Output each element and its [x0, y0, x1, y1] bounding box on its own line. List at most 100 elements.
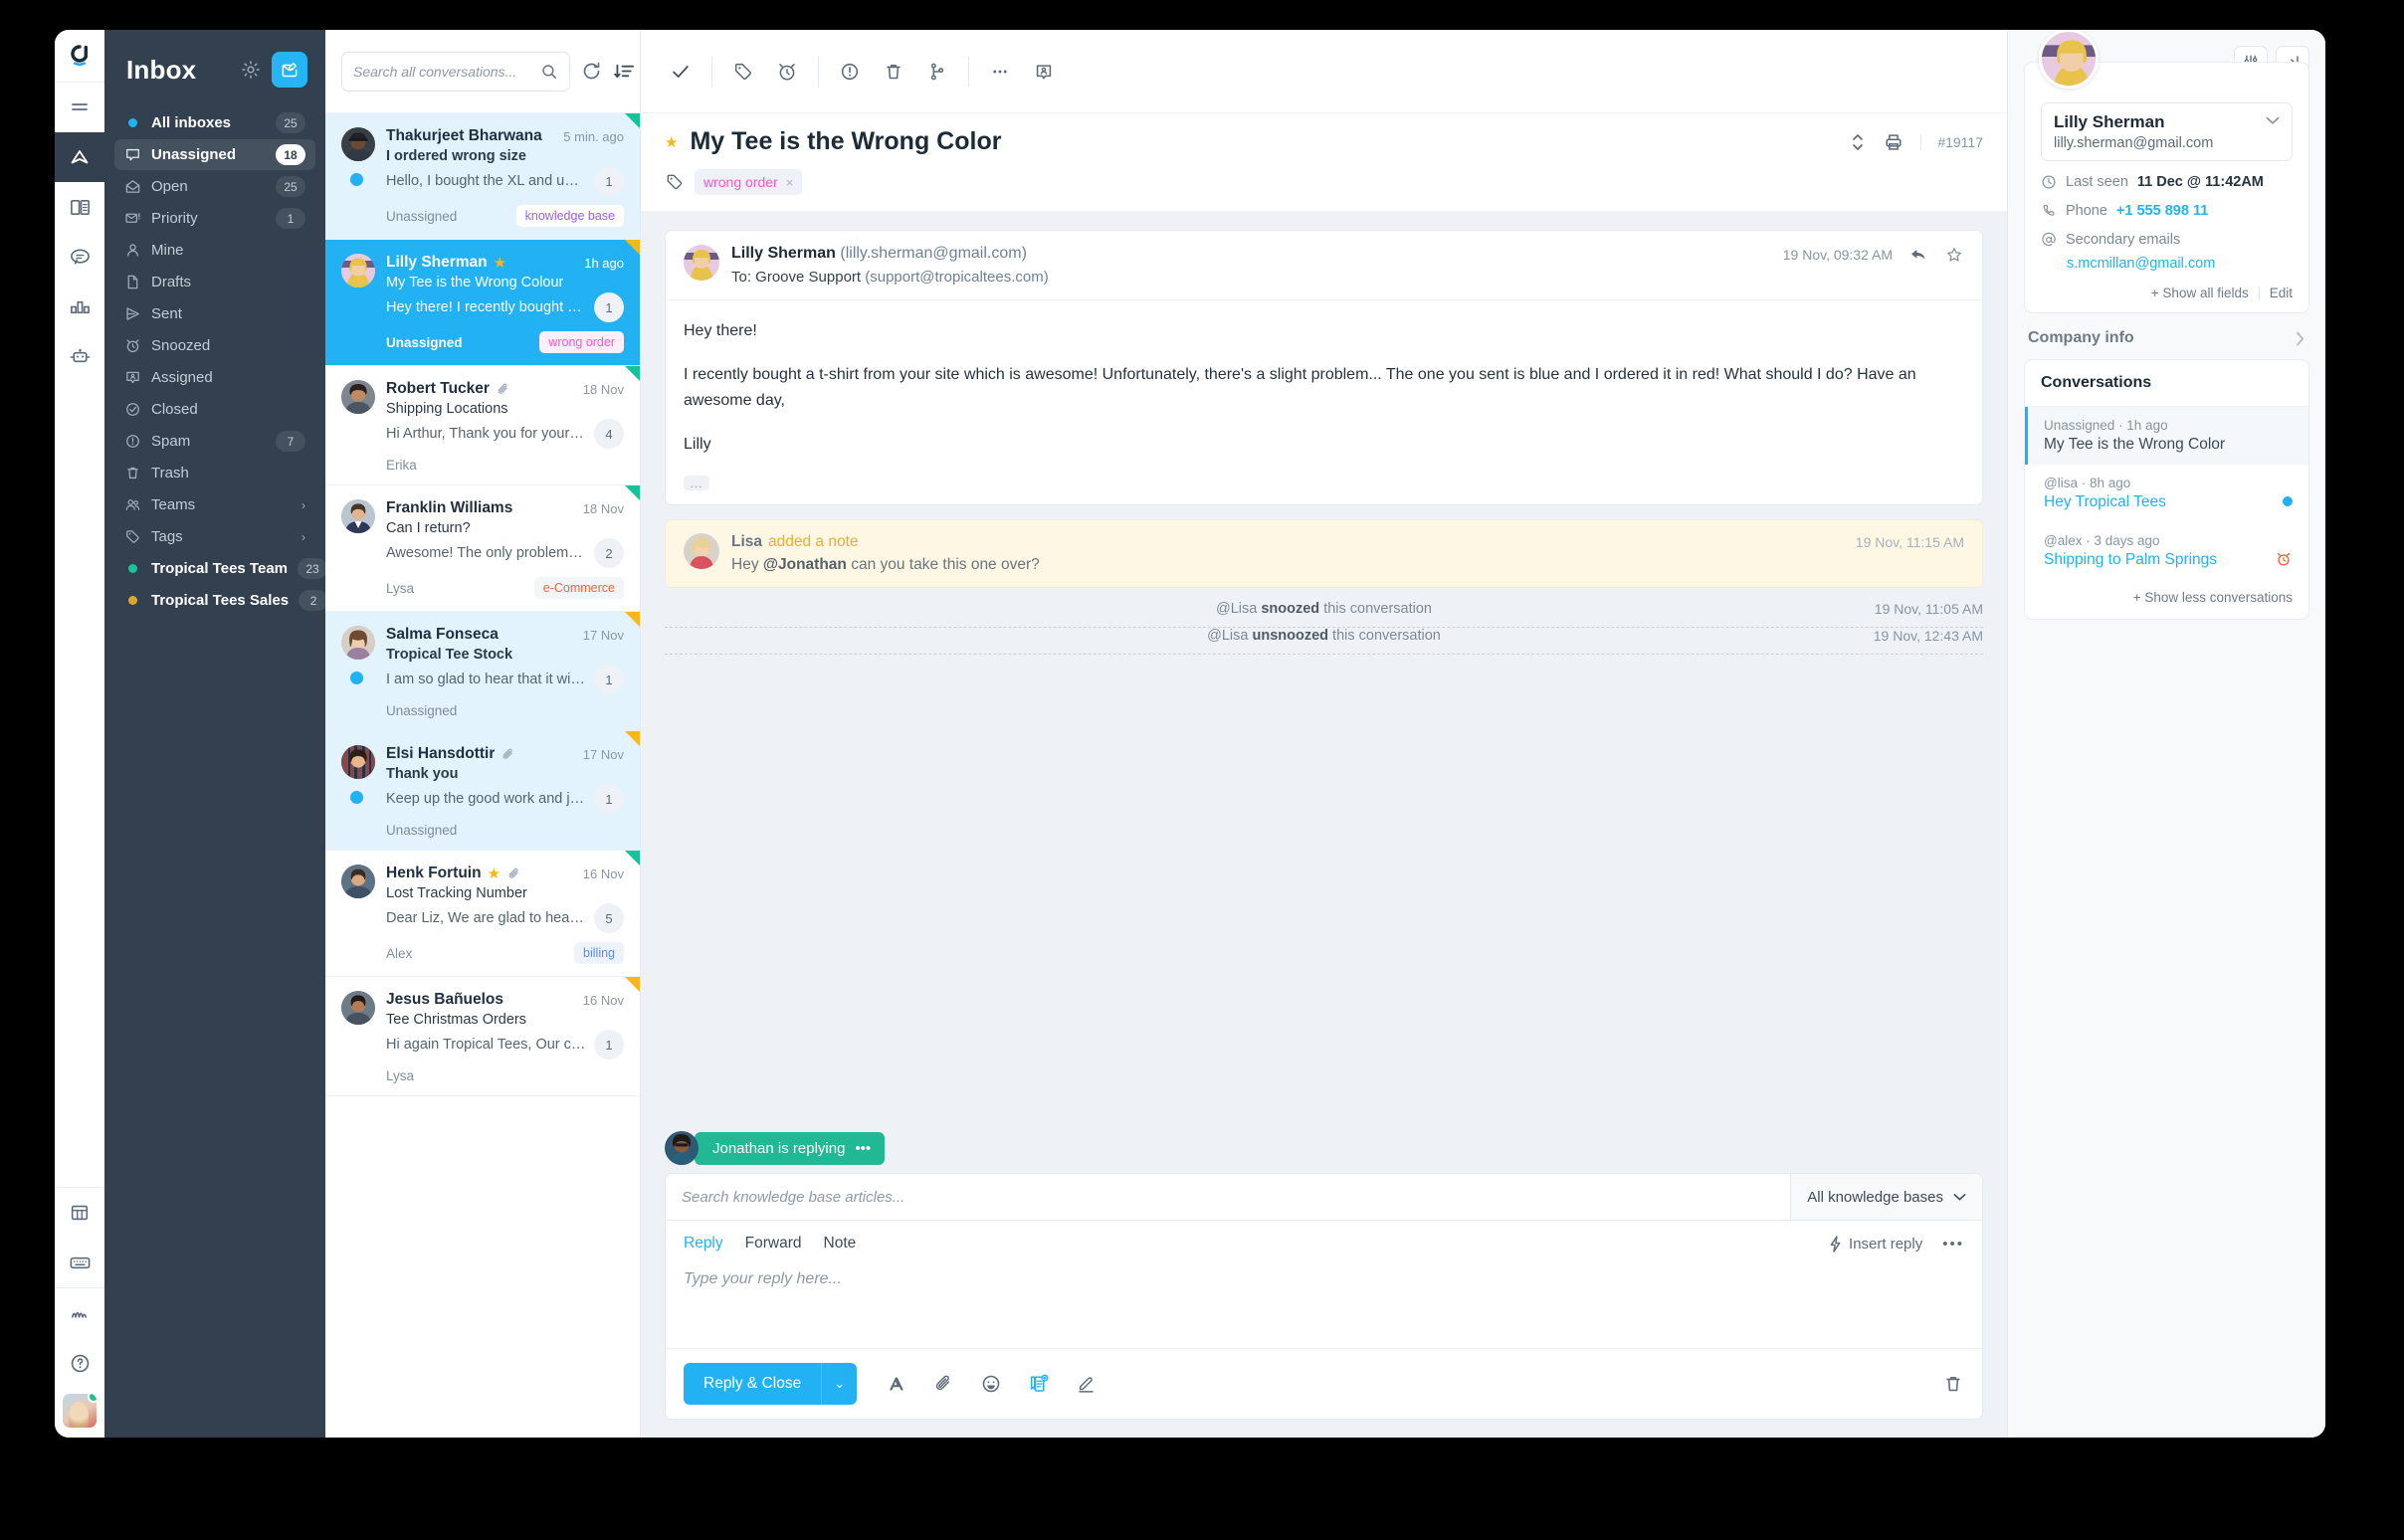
customer-conversation-item[interactable]: @lisa · 8h ago Hey Tropical Tees: [2025, 465, 2308, 522]
conversation-list-scroll[interactable]: Thakurjeet Bharwana 5 min. ago I ordered w…: [325, 113, 640, 1438]
conversation-body: Franklin Williams 18 Nov Can I return? Awes…: [386, 499, 624, 599]
check-icon[interactable]: [659, 50, 702, 94]
sort-icon[interactable]: [613, 60, 636, 83]
thread-scroll[interactable]: Lilly Sherman (lilly.sherman@gmail.com) …: [641, 212, 2007, 1131]
format-text-icon[interactable]: [885, 1373, 906, 1395]
print-icon[interactable]: [1883, 131, 1904, 153]
sidebar-item-teams[interactable]: Teams ›: [114, 489, 315, 520]
conversation-list-item[interactable]: Salma Fonseca 17 Nov Tropical Tee Stock I a…: [325, 612, 640, 731]
reply-and-close-button[interactable]: Reply & Close: [684, 1363, 822, 1405]
edit-customer-link[interactable]: Edit: [2270, 286, 2293, 300]
show-all-fields-link[interactable]: + Show all fields: [2151, 286, 2249, 300]
customer-conversation-item[interactable]: @alex · 3 days ago Shipping to Palm Sprin…: [2025, 522, 2308, 580]
customer-conversation-title[interactable]: Hey Tropical Tees: [2044, 493, 2283, 511]
sidebar-item-tropical-tees-team[interactable]: Tropical Tees Team 23: [114, 553, 327, 584]
search-field-wrap[interactable]: [341, 51, 570, 92]
sidebar-item-trash[interactable]: Trash: [114, 458, 315, 488]
tab-reply[interactable]: Reply: [684, 1235, 723, 1252]
sidebar-item-priority[interactable]: Priority 1: [114, 203, 315, 234]
knowledge-book-icon[interactable]: [55, 182, 104, 232]
reply-textarea[interactable]: Type your reply here...: [666, 1262, 1982, 1334]
sidebar-item-tropical-tees-sales[interactable]: Tropical Tees Sales 2: [114, 585, 329, 616]
show-less-conversations-link[interactable]: + Show less conversations: [2025, 580, 2308, 619]
alarm-icon[interactable]: [765, 50, 809, 94]
search-input[interactable]: [353, 63, 534, 80]
sidebar-item-snoozed[interactable]: Snoozed: [114, 330, 315, 361]
sidebar-item-tags[interactable]: Tags ›: [114, 521, 315, 552]
knowledge-base-search-input[interactable]: [666, 1188, 1791, 1206]
conversation-list-item[interactable]: Jesus Bañuelos 16 Nov Tee Christmas Orders…: [325, 977, 640, 1096]
up-down-icon[interactable]: [1849, 131, 1867, 153]
expand-quoted-text-button[interactable]: …: [684, 476, 709, 490]
tag-icon[interactable]: [665, 172, 685, 192]
conversation-tag[interactable]: knowledge base: [515, 205, 624, 227]
groove-logo-icon[interactable]: [55, 30, 104, 82]
star-icon[interactable]: ★: [665, 133, 678, 151]
help-icon[interactable]: [55, 1338, 104, 1388]
customer-name-select[interactable]: Lilly Sherman lilly.sherman@gmail.com: [2041, 102, 2293, 161]
customer-conversation-title[interactable]: Shipping to Palm Springs: [2044, 551, 2275, 569]
sidebar-item-sent[interactable]: Sent: [114, 298, 315, 329]
chat-icon[interactable]: [55, 232, 104, 282]
note-mention[interactable]: @Jonathan: [763, 556, 847, 573]
menu-icon[interactable]: [55, 83, 104, 132]
conversation-list-item[interactable]: Elsi Hansdottir 17 Nov Thank you Keep up th…: [325, 731, 640, 851]
avatar[interactable]: [63, 1394, 97, 1428]
tab-note[interactable]: Note: [824, 1235, 857, 1252]
link-separator: [2258, 286, 2260, 300]
table-icon[interactable]: [55, 1188, 104, 1238]
conversation-list-item[interactable]: Robert Tucker 18 Nov Shipping Locations Hi …: [325, 366, 640, 485]
star-icon[interactable]: ★: [494, 254, 506, 272]
reply-icon[interactable]: [1908, 245, 1928, 265]
conversation-list-item[interactable]: Thakurjeet Bharwana 5 min. ago I ordered w…: [325, 113, 640, 240]
insert-reply-button[interactable]: Insert reply: [1828, 1236, 1922, 1252]
gear-icon[interactable]: [240, 59, 262, 81]
conversation-list-item[interactable]: Franklin Williams 18 Nov Can I return? Awes…: [325, 485, 640, 612]
bot-icon[interactable]: [55, 331, 104, 381]
sidebar-item-all-inboxes[interactable]: All inboxes 25: [114, 107, 315, 138]
tag-icon[interactable]: [721, 50, 765, 94]
emoji-icon[interactable]: [980, 1373, 1002, 1395]
more-icon[interactable]: [978, 50, 1022, 94]
customer-conversation-title[interactable]: My Tee is the Wrong Color: [2044, 436, 2293, 454]
phone-value[interactable]: +1 555 898 11: [2116, 203, 2208, 219]
star-icon[interactable]: ★: [488, 865, 501, 882]
navigator-icon[interactable]: [55, 132, 104, 182]
conversation-list-item[interactable]: Henk Fortuin ★ 16 Nov Lost Tracking Number D…: [325, 851, 640, 977]
sidebar-item-unassigned[interactable]: Unassigned 18: [114, 139, 315, 170]
knowledge-base-icon[interactable]: [1028, 1373, 1050, 1395]
sidebar-item-closed[interactable]: Closed: [114, 394, 315, 425]
conversation-tag[interactable]: e-Commerce: [533, 577, 624, 599]
customer-conversation-item[interactable]: Unassigned · 1h ago My Tee is the Wrong C…: [2025, 407, 2308, 465]
composer-more-icon[interactable]: •••: [1942, 1236, 1964, 1252]
company-info-section[interactable]: Company info: [2024, 313, 2309, 359]
signature-icon[interactable]: [1076, 1373, 1098, 1395]
conversation-tag[interactable]: wrong order: [539, 331, 624, 353]
reply-options-caret-button[interactable]: ⌄: [821, 1363, 858, 1405]
assign-icon[interactable]: [1022, 50, 1066, 94]
status-badge[interactable]: wrong order ×: [695, 169, 803, 195]
sidebar-item-drafts[interactable]: Drafts: [114, 267, 315, 297]
compose-icon[interactable]: [272, 52, 307, 88]
conversation-tag[interactable]: billing: [574, 942, 624, 964]
star-outline-icon[interactable]: [1944, 245, 1964, 265]
reports-icon[interactable]: [55, 282, 104, 331]
sidebar-item-spam[interactable]: Spam 7: [114, 426, 315, 457]
attachment-icon[interactable]: [932, 1373, 954, 1395]
close-icon[interactable]: ×: [786, 175, 794, 190]
conversation-list-item[interactable]: Lilly Sherman ★ 1h ago My Tee is the Wrong …: [325, 240, 640, 366]
keyboard-icon[interactable]: [55, 1238, 104, 1287]
tab-forward[interactable]: Forward: [745, 1235, 802, 1252]
sidebar-item-mine[interactable]: Mine: [114, 235, 315, 266]
merge-icon[interactable]: [915, 50, 959, 94]
secondary-email-value[interactable]: s.mcmillan@gmail.com: [2067, 256, 2293, 272]
sidebar-item-open[interactable]: Open 25: [114, 171, 315, 202]
activity-icon[interactable]: [55, 1288, 104, 1338]
trash-icon[interactable]: [872, 50, 915, 94]
composer-icon-row: [885, 1373, 1098, 1395]
discard-draft-trash-icon[interactable]: [1942, 1373, 1964, 1395]
alert-circle-icon[interactable]: [828, 50, 872, 94]
knowledge-base-select[interactable]: All knowledge bases: [1790, 1174, 1982, 1220]
sidebar-item-assigned[interactable]: Assigned: [114, 362, 315, 393]
refresh-icon[interactable]: [580, 60, 603, 83]
